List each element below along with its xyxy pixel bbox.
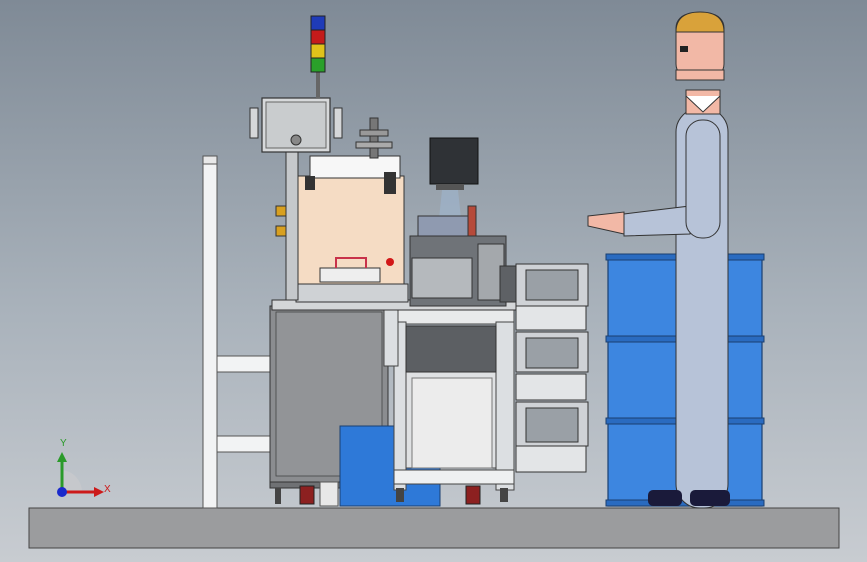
y-axis-label: Y	[60, 438, 67, 449]
z-axis-dot	[57, 487, 67, 497]
machine-assembly-drawing[interactable]	[0, 0, 867, 562]
x-axis-label: X	[104, 484, 111, 495]
cad-viewport[interactable]: Y X	[0, 0, 867, 562]
central-frame	[383, 305, 515, 505]
tray-stack	[515, 263, 589, 473]
workpiece-fixtures	[409, 235, 523, 307]
table-base-plate	[295, 283, 409, 303]
floor-slab	[28, 507, 840, 549]
press-column	[285, 149, 299, 301]
spindle-assembly	[355, 117, 393, 159]
control-box	[249, 97, 343, 153]
left-steel-rack	[202, 155, 274, 509]
coordinate-triad: Y X	[48, 438, 118, 510]
signal-tower	[310, 15, 326, 98]
camera-unit	[417, 137, 479, 247]
